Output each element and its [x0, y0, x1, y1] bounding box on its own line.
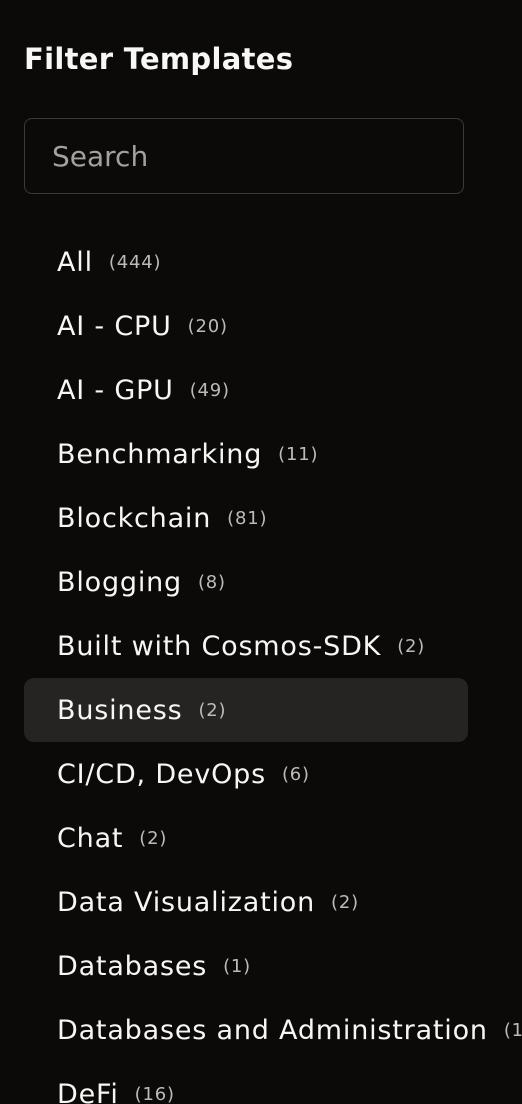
category-count: (2): [139, 827, 168, 849]
category-count: (16): [134, 1083, 175, 1104]
category-label: AI - GPU: [57, 374, 174, 406]
category-label: Benchmarking: [57, 438, 263, 470]
category-item-cosmos-sdk[interactable]: Built with Cosmos-SDK (2): [24, 614, 468, 678]
category-list: All (444) AI - CPU (20) AI - GPU (49) Bench…: [24, 230, 522, 1104]
category-count: (11): [278, 443, 319, 465]
category-label: Built with Cosmos-SDK: [57, 630, 382, 662]
category-count: (81): [227, 507, 268, 529]
category-item-databases-administration[interactable]: Databases and Administration (10): [24, 998, 522, 1062]
category-count: (8): [197, 571, 226, 593]
category-count: (2): [397, 635, 426, 657]
category-label: CI/CD, DevOps: [57, 758, 266, 790]
category-item-blockchain[interactable]: Blockchain (81): [24, 486, 468, 550]
category-count: (2): [198, 699, 227, 721]
category-item-all[interactable]: All (444): [24, 230, 468, 294]
category-item-databases[interactable]: Databases (1): [24, 934, 468, 998]
category-item-blogging[interactable]: Blogging (8): [24, 550, 468, 614]
category-item-business[interactable]: Business (2): [24, 678, 468, 742]
category-item-cicd-devops[interactable]: CI/CD, DevOps (6): [24, 742, 468, 806]
category-count: (20): [187, 315, 228, 337]
category-item-benchmarking[interactable]: Benchmarking (11): [24, 422, 468, 486]
category-count: (2): [331, 891, 359, 913]
search-input[interactable]: [25, 119, 463, 193]
category-item-data-visualization[interactable]: Data Visualization (2): [24, 870, 468, 934]
category-item-chat[interactable]: Chat (2): [24, 806, 468, 870]
category-label: Business: [57, 694, 183, 726]
category-item-ai-cpu[interactable]: AI - CPU (20): [24, 294, 468, 358]
category-label: Blogging: [57, 566, 182, 598]
category-item-ai-gpu[interactable]: AI - GPU (49): [24, 358, 468, 422]
category-item-defi[interactable]: DeFi (16): [24, 1062, 468, 1104]
filter-title: Filter Templates: [24, 42, 294, 76]
search-field[interactable]: [24, 118, 464, 194]
category-count: (1): [223, 955, 252, 977]
category-label: DeFi: [57, 1078, 119, 1104]
category-label: Databases: [57, 950, 208, 982]
category-count: (6): [281, 763, 310, 785]
category-label: All: [57, 246, 93, 278]
category-label: Chat: [57, 822, 124, 854]
category-label: AI - CPU: [57, 310, 172, 342]
category-count: (444): [108, 251, 162, 273]
category-count: (10): [503, 1019, 522, 1041]
category-label: Databases and Administration: [57, 1014, 488, 1046]
category-label: Data Visualization: [57, 886, 315, 918]
category-label: Blockchain: [57, 502, 212, 534]
category-count: (49): [189, 379, 230, 401]
